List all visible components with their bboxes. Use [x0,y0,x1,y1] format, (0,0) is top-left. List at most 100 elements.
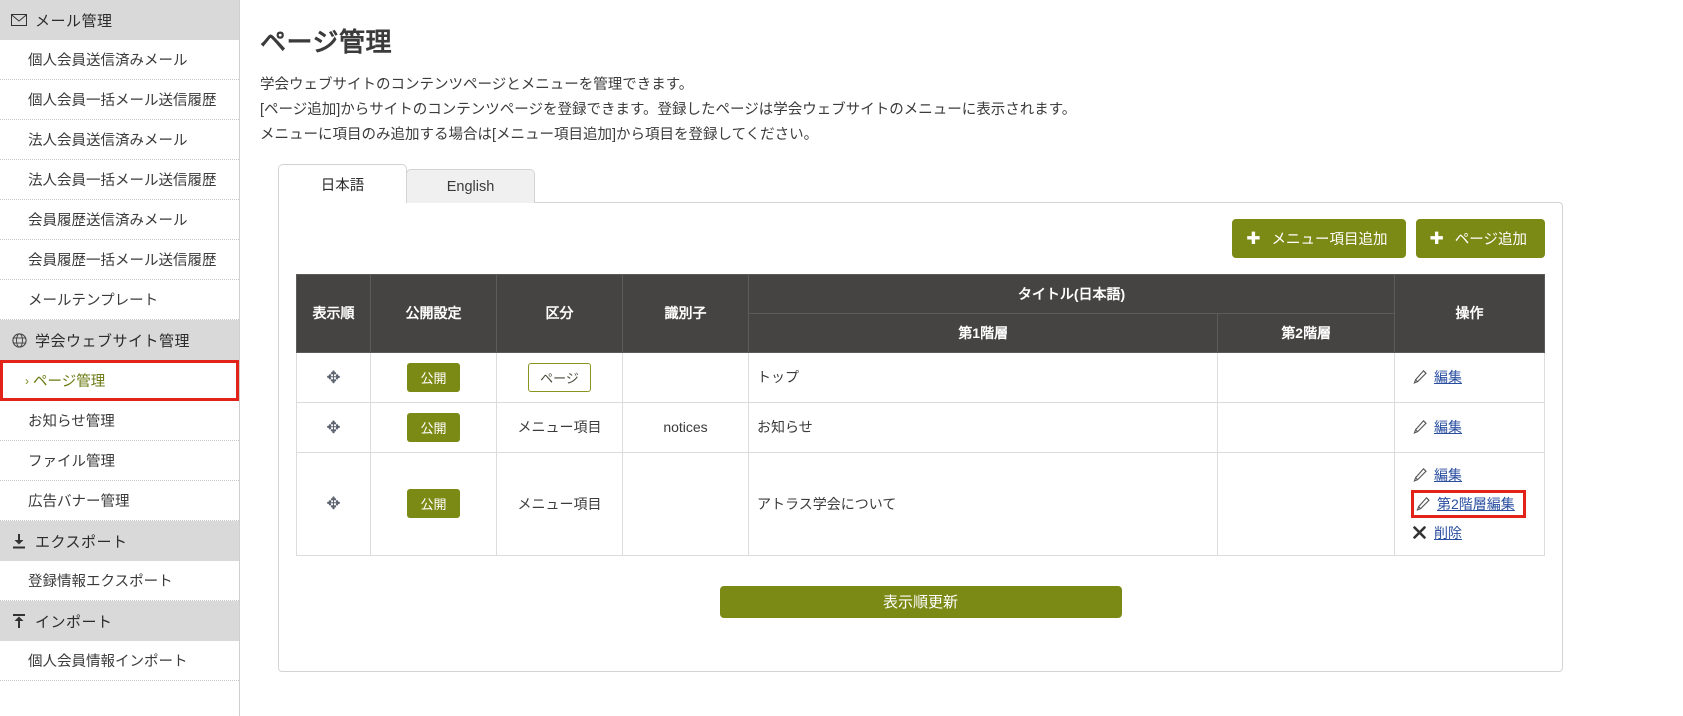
operation-link[interactable]: 編集 [1434,367,1462,387]
mail-icon [10,11,28,29]
sidebar-item-active[interactable]: › ページ管理 [0,360,239,401]
sidebar-item-label: 法人会員送信済みメール [28,133,188,149]
pencil-icon [1413,420,1429,435]
pages-table: 表示順 公開設定 区分 識別子 タイトル(日本語) 操作 第1階層 第2階層 ✥… [296,273,1545,556]
move-handle-icon[interactable]: ✥ [326,495,340,512]
sidebar-item-2-2[interactable]: お知らせ管理 [0,401,239,441]
operation-link[interactable]: 編集 [1434,417,1462,437]
type-badge: メニュー項目 [517,495,602,512]
sidebar-item-label: 会員履歴一括メール送信履歴 [28,253,217,269]
sidebar-item-label: 登録情報エクスポート [28,574,173,590]
sidebar-item-1-6[interactable]: 会員履歴一括メール送信履歴 [0,240,239,280]
sidebar-item-4-1[interactable]: 個人会員情報インポート [0,641,239,681]
sidebar-item-1-4[interactable]: 法人会員一括メール送信履歴 [0,160,239,200]
table-row: ✥ 公開 メニュー項目 notices お知らせ 編集 [296,401,1545,453]
download-icon [10,532,28,550]
type-cell: メニュー項目 [496,451,623,556]
pencil-icon [1413,467,1429,482]
tier1-cell: アトラス学会について [747,451,1219,556]
action-button-row: ✚ メニュー項目追加 ✚ ページ追加 [296,218,1545,258]
table-row: ✥ 公開 メニュー項目 アトラス学会について 編集第2階層編集 削除 [296,451,1545,556]
sidebar-group-label: エクスポート [35,533,128,551]
tier2-cell [1217,351,1395,403]
sidebar-item-1-7[interactable]: メールテンプレート [0,280,239,320]
status-badge: 公開 [407,489,460,519]
add-page-button[interactable]: ✚ ページ追加 [1415,218,1545,258]
sidebar-group-4[interactable]: インポート [0,601,239,641]
sidebar-group-1[interactable]: メール管理 [0,0,239,40]
sidebar-group-3[interactable]: エクスポート [0,521,239,561]
move-handle-icon[interactable]: ✥ [326,419,340,436]
table-row: ✥ 公開 ページ トップ 編集 [296,351,1545,403]
operation-3[interactable]: 削除 [1413,523,1544,543]
operation-1[interactable]: 編集 [1413,367,1544,387]
description-line-3: メニューに項目のみ追加する場合は[メニュー項目追加]から項目を登録してください。 [260,126,819,143]
sidebar-item-3-1[interactable]: 登録情報エクスポート [0,561,239,601]
col-tier1: 第1階層 [747,312,1219,353]
col-title-group: タイトル(日本語) [748,273,1395,314]
tier2-cell [1217,401,1395,453]
add-menu-item-button[interactable]: ✚ メニュー項目追加 [1232,218,1406,258]
operation-link[interactable]: 編集 [1434,465,1462,485]
move-handle-icon[interactable]: ✥ [326,369,340,386]
sidebar-item-label: 広告バナー管理 [28,494,130,510]
operation-2[interactable]: 第2階層編集 [1411,489,1526,518]
row-drag-handle-cell: ✥ [296,351,371,403]
plus-icon: ✚ [1429,228,1444,248]
description-line-2: [ページ追加]からサイトのコンテンツページを登録できます。登録したページは学会ウ… [260,101,1077,118]
identifier-cell [622,351,749,403]
operations-cell: 編集 [1394,351,1545,403]
type-cell: メニュー項目 [496,401,623,453]
row-drag-handle-cell: ✥ [296,451,371,556]
col-operation: 操作 [1394,273,1545,353]
status-badge: 公開 [407,412,460,442]
sidebar-item-label: 個人会員情報インポート [28,654,188,670]
status-badge: 公開 [407,362,460,392]
operation-1[interactable]: 編集 [1413,465,1544,485]
sidebar-item-1-1[interactable]: 個人会員送信済みメール [0,40,239,80]
chevron-right-icon: › [25,373,29,388]
tab-english[interactable]: English [406,168,535,203]
publish-cell: 公開 [370,401,497,453]
type-cell: ページ [496,351,623,403]
sidebar-item-1-5[interactable]: 会員履歴送信済みメール [0,200,239,240]
sidebar-group-2[interactable]: 学会ウェブサイト管理 [0,320,239,360]
tier1-cell: お知らせ [747,401,1219,453]
sidebar-item-label: ページ管理 [33,374,106,390]
description-line-1: 学会ウェブサイトのコンテンツページとメニューを管理できます。 [260,77,694,93]
type-badge: メニュー項目 [517,419,602,436]
operation-1[interactable]: 編集 [1413,417,1544,437]
add-menu-item-label: メニュー項目追加 [1271,231,1388,248]
col-publish: 公開設定 [370,273,497,353]
col-identifier: 識別子 [622,273,749,353]
update-order-button[interactable]: 表示順更新 [719,585,1122,618]
app-root: メール管理個人会員送信済みメール個人会員一括メール送信履歴 法人会員送信済みメール… [0,0,1683,716]
add-page-label: ページ追加 [1454,231,1527,248]
identifier-cell [622,451,749,556]
sidebar-item-1-3[interactable]: 法人会員送信済みメール [0,120,239,160]
sidebar-item-2-4[interactable]: 広告バナー管理 [0,481,239,521]
tier1-cell: トップ [747,351,1219,403]
operations-cell: 編集第2階層編集 削除 [1394,451,1545,556]
sidebar-item-label: メールテンプレート [28,293,159,309]
sidebar-item-label: 個人会員一括メール送信履歴 [28,93,217,109]
operation-link[interactable]: 第2階層編集 [1437,494,1515,514]
globe-icon [10,331,28,349]
sidebar-item-2-3[interactable]: ファイル管理 [0,441,239,481]
upload-icon [10,612,28,630]
table-head: 表示順 公開設定 区分 識別子 タイトル(日本語) 操作 第1階層 第2階層 [296,273,1545,353]
pencil-icon [1416,496,1432,511]
sidebar-item-label: ファイル管理 [28,454,115,470]
sidebar-group-label: 学会ウェブサイト管理 [35,332,191,350]
publish-cell: 公開 [370,351,497,403]
tab-japanese[interactable]: 日本語 [278,163,407,203]
plus-icon: ✚ [1246,228,1261,248]
sidebar-item-1-2[interactable]: 個人会員一括メール送信履歴 [0,80,239,120]
pencil-icon [1413,370,1429,385]
sidebar-group-label: メール管理 [35,12,113,30]
sidebar-item-label: 法人会員一括メール送信履歴 [28,173,217,189]
col-tier2: 第2階層 [1217,312,1395,353]
tab-panel: ✚ メニュー項目追加 ✚ ページ追加 表示順 公開設定 区分 識別子 タイトル(… [278,201,1563,672]
col-type: 区分 [496,273,623,353]
operation-link[interactable]: 削除 [1434,523,1462,543]
